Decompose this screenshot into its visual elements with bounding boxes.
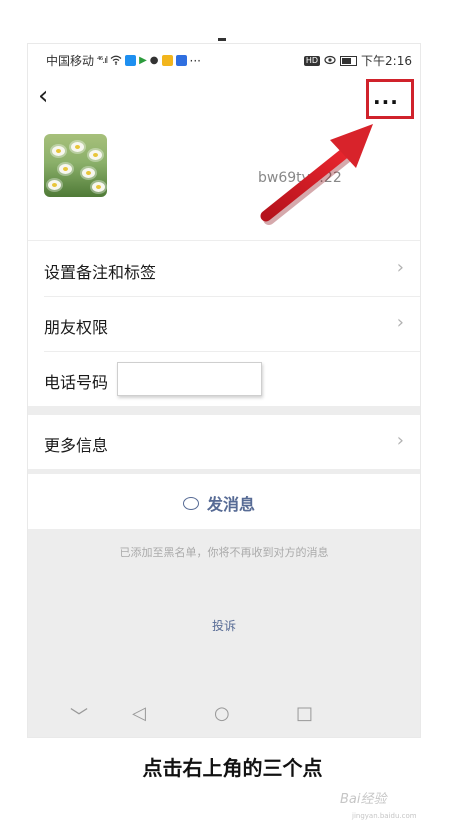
section-gap (28, 406, 420, 415)
phone-number-redaction (117, 362, 262, 396)
chevron-right-icon: › (396, 257, 404, 278)
more-info-row[interactable]: 更多信息 › (28, 415, 420, 469)
send-message-button[interactable]: 发消息 (28, 474, 420, 529)
chevron-right-icon: › (396, 312, 404, 333)
android-nav-bar: ﹀ ◁ ○ □ (28, 697, 420, 737)
send-message-content: 发消息 (183, 491, 255, 515)
nav-back-icon[interactable]: ◁ (132, 703, 146, 724)
phone-screen: 中国移动 ⁴⁶.ıl ▶ ● ··· HD 下午2:16 ‹ ··· bw69t… (28, 44, 420, 737)
remark-tags-row[interactable]: 设置备注和标签 › (28, 242, 420, 296)
divider (28, 240, 420, 241)
phone-number-row[interactable]: 电话号码 (28, 352, 420, 406)
friend-permissions-row[interactable]: 朋友权限 › (28, 297, 420, 351)
more-info-label: 更多信息 (44, 436, 109, 455)
report-link[interactable]: 投诉 (28, 617, 420, 634)
chevron-down-icon[interactable]: ﹀ (70, 703, 88, 729)
baidu-watermark: Bai经验 (340, 792, 387, 807)
chat-bubble-icon (183, 496, 199, 510)
remark-tags-label: 设置备注和标签 (44, 263, 157, 282)
blacklist-notice: 已添加至黑名单，你将不再收到对方的消息 (119, 546, 329, 559)
camera-notch (218, 38, 226, 41)
phone-number-label: 电话号码 (44, 373, 109, 392)
instruction-caption: 点击右上角的三个点 (142, 756, 323, 780)
send-message-label: 发消息 (207, 495, 256, 514)
friend-permissions-label: 朋友权限 (44, 318, 109, 337)
nav-home-icon[interactable]: ○ (214, 703, 230, 724)
baidu-watermark-url: jingyan.baidu.com (352, 812, 417, 820)
chevron-right-icon: › (396, 430, 404, 451)
nav-recent-icon[interactable]: □ (296, 703, 313, 724)
